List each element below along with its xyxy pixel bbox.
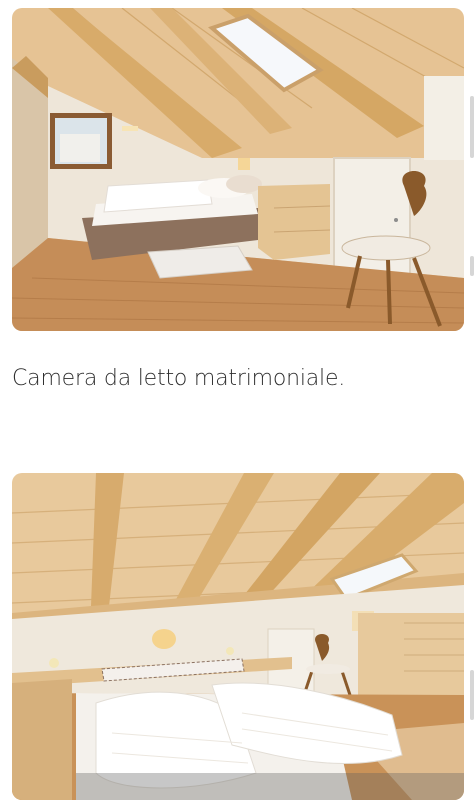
scrollbar[interactable] xyxy=(469,0,475,800)
scrollbar-thumb[interactable] xyxy=(470,96,474,158)
scroll-marker xyxy=(470,670,474,720)
scroll-marker xyxy=(470,256,474,276)
bedroom-photo[interactable] xyxy=(12,8,464,331)
twin-bedroom-photo[interactable] xyxy=(12,473,464,800)
photo-caption: Camera da letto matrimoniale. xyxy=(12,366,346,391)
twin-bedroom-photo-image xyxy=(12,473,464,800)
gallery-page: Camera da letto matrimoniale. xyxy=(0,0,475,800)
bedroom-photo-image xyxy=(12,8,464,331)
